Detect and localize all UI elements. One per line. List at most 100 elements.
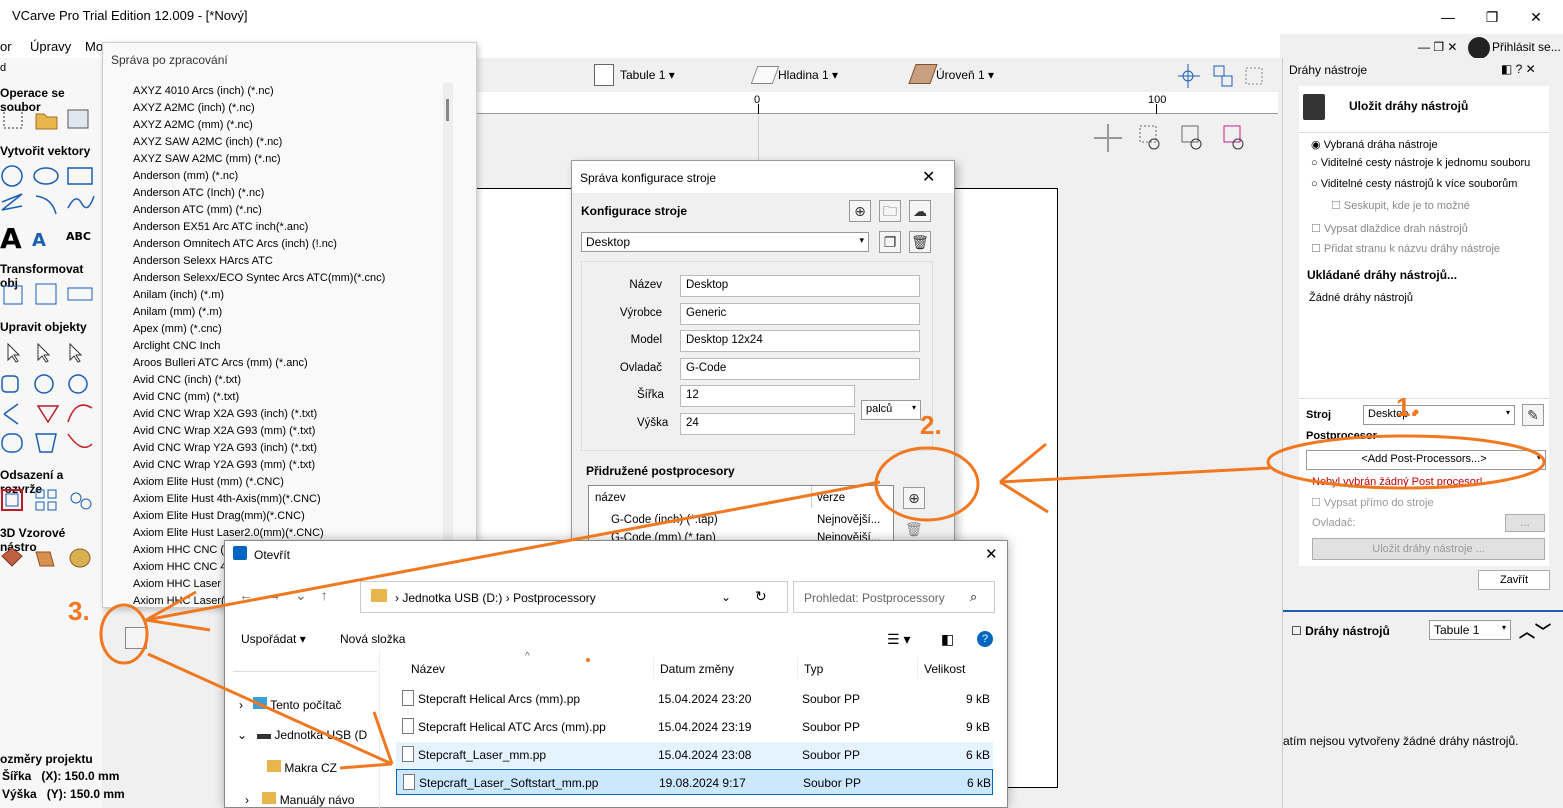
- post-list-item[interactable]: Axiom Elite Hust (mm) (*.CNC): [133, 476, 284, 488]
- help-icon[interactable]: ?: [977, 631, 993, 647]
- open-folder-button[interactable]: [125, 627, 147, 649]
- post-list-item[interactable]: Aroos Bulleri ATC Arcs (mm) (*.anc): [133, 357, 308, 369]
- close-button[interactable]: Zavřít: [1478, 570, 1550, 590]
- post-list-item[interactable]: Anilam (inch) (*.m): [133, 289, 224, 301]
- machine-field-value[interactable]: Desktop 12x24: [680, 330, 920, 352]
- tree-this-pc[interactable]: › Tento počítač: [239, 697, 342, 712]
- post-list-item[interactable]: Axiom HHC CNC 4T: [133, 561, 233, 573]
- search-box[interactable]: Prohledat: Postprocessory ⌕: [793, 581, 995, 613]
- user-avatar-icon[interactable]: [1468, 37, 1490, 59]
- menu-file[interactable]: or: [0, 39, 12, 54]
- tree-macros[interactable]: Makra CZ: [267, 760, 337, 775]
- vector-tool-icons[interactable]: A A ABC: [0, 162, 100, 252]
- post-list-item[interactable]: Anderson Omnitech ATC Arcs (inch) (!.nc): [133, 238, 337, 250]
- post-list-item[interactable]: Avid CNC Wrap Y2A G93 (mm) (*.txt): [133, 459, 315, 471]
- post-list-item[interactable]: Avid CNC Wrap X2A G93 (mm) (*.txt): [133, 425, 315, 437]
- radio-visible-single-file[interactable]: ○ Viditelné cesty nástroje k jednomu sou…: [1311, 157, 1530, 169]
- post-list-item[interactable]: Axiom HHC Laser(\: [133, 595, 228, 607]
- transform-icons[interactable]: [0, 280, 100, 308]
- move-up-down-icons[interactable]: ︿﹀: [1519, 618, 1551, 642]
- organize-button[interactable]: Uspořádat ▾: [241, 632, 306, 646]
- radio-visible-multiple-files[interactable]: ○ Viditelné cesty nástrojů k více soubor…: [1311, 178, 1517, 190]
- add-machine-icon[interactable]: ⊕: [849, 200, 871, 222]
- edit-machine-icon[interactable]: ✎: [1522, 404, 1544, 426]
- post-list-item[interactable]: Anderson (mm) (*.nc): [133, 170, 238, 182]
- post-list-item[interactable]: AXYZ 4010 Arcs (inch) (*.nc): [133, 85, 274, 97]
- machine-width-field[interactable]: 12: [680, 385, 855, 407]
- file-row[interactable]: Stepcraft Helical Arcs (mm).pp 15.04.2024…: [396, 686, 993, 712]
- layer-dropdown[interactable]: Hladina 1 ▾: [778, 68, 838, 82]
- edit-tool-icons[interactable]: [0, 340, 100, 460]
- post-list-item[interactable]: AXYZ A2MC (inch) (*.nc): [133, 102, 255, 114]
- 3d-pattern-icons[interactable]: [0, 544, 100, 574]
- preview-pane-icon[interactable]: ◧: [941, 631, 954, 648]
- post-list-item[interactable]: Axiom HHC Laser B: [133, 578, 231, 590]
- panel-pin-icons[interactable]: ◧ ? ✕: [1501, 62, 1536, 76]
- save-toolpaths-button[interactable]: Uložit dráhy nástroje ...: [1312, 538, 1545, 560]
- post-list-item[interactable]: Arclight CNC Inch: [133, 340, 220, 352]
- radio-selected-toolpath[interactable]: ◉ Vybraná dráha nástroje: [1311, 138, 1438, 151]
- pp-table[interactable]: název verze G-Code (inch) (*.tap) Nejnov…: [588, 485, 894, 543]
- view-options-icon[interactable]: ☰ ▾: [887, 631, 910, 648]
- add-postprocessor-icon[interactable]: ⊕: [903, 487, 925, 509]
- mdi-controls[interactable]: — ❐ ✕: [1418, 40, 1457, 54]
- machine-field-value[interactable]: Generic: [680, 303, 920, 325]
- post-list-item[interactable]: Axiom Elite Hust Laser2.0(mm)(*.CNC): [133, 527, 324, 539]
- post-list-item[interactable]: Axiom Elite Hust Drag(mm)(*.CNC): [133, 510, 305, 522]
- post-list-item[interactable]: Avid CNC Wrap Y2A G93 (inch) (*.txt): [133, 442, 317, 454]
- folder-machine-icon[interactable]: 🗀: [879, 200, 901, 222]
- post-list-item[interactable]: AXYZ SAW A2MC (inch) (*.nc): [133, 136, 282, 148]
- machine-dialog-close-icon[interactable]: ✕: [922, 167, 935, 187]
- open-dialog-close-icon[interactable]: ✕: [985, 545, 998, 563]
- file-row[interactable]: Stepcraft Helical ATC Arcs (mm).pp 15.04.…: [396, 714, 993, 740]
- close-window-button[interactable]: ✕: [1516, 4, 1556, 30]
- driver-browse-button[interactable]: ...: [1505, 514, 1545, 532]
- machine-field-value[interactable]: Desktop: [680, 275, 920, 297]
- post-list-item[interactable]: Anderson EX51 Arc ATC inch(*.anc): [133, 221, 308, 233]
- pp-row-0[interactable]: G-Code (inch) (*.tap): [611, 514, 718, 526]
- copy-machine-icon[interactable]: ❐: [879, 231, 901, 253]
- tree-usb-drive[interactable]: ⌄ Jednotka USB (D: [237, 728, 367, 742]
- menu-edit[interactable]: Úpravy: [30, 39, 71, 54]
- post-list-item[interactable]: Anderson Selexx HArcs ATC: [133, 255, 273, 267]
- check-group[interactable]: ☐ Seskupit, kde je to možné: [1331, 199, 1470, 212]
- check-direct-output[interactable]: ☐ Vypsat přímo do stroje: [1311, 496, 1434, 509]
- post-list-item[interactable]: Anderson Selexx/ECO Syntec Arcs ATC(mm)(…: [133, 272, 385, 284]
- machine-field-value[interactable]: G-Code: [680, 358, 920, 380]
- tree-manuals[interactable]: › Manuály návo: [245, 792, 354, 807]
- minimize-button[interactable]: —: [1428, 4, 1468, 30]
- sheet-dropdown[interactable]: Tabule 1 ▾: [620, 68, 675, 82]
- level-dropdown[interactable]: Úroveň 1 ▾: [936, 68, 994, 82]
- cloud-machine-icon[interactable]: ☁: [909, 200, 931, 222]
- post-list-item[interactable]: AXYZ SAW A2MC (mm) (*.nc): [133, 153, 281, 165]
- toolpath-list-sheet[interactable]: Tabule 1 ▾: [1429, 620, 1511, 640]
- nav-arrows[interactable]: ←→⌄↑: [239, 587, 342, 604]
- post-list-item[interactable]: Avid CNC Wrap X2A G93 (inch) (*.txt): [133, 408, 317, 420]
- snap-tools-icons[interactable]: [1176, 62, 1276, 90]
- login-link[interactable]: Přihlásit se...: [1492, 40, 1561, 54]
- address-bar[interactable]: › Jednotka USB (D:) › Postprocessory ⌄ ↻: [360, 581, 788, 613]
- machine-height-field[interactable]: 24: [680, 413, 855, 435]
- post-list-item[interactable]: Anderson ATC (mm) (*.nc): [133, 204, 262, 216]
- col-size[interactable]: Velikost: [924, 662, 965, 676]
- check-side[interactable]: ☐ Přidat stranu k názvu dráhy nástroje: [1311, 242, 1500, 255]
- machine-config-select[interactable]: Desktop ▾: [581, 232, 869, 252]
- post-list-item[interactable]: Axiom Elite Hust 4th-Axis(mm)(*.CNC): [133, 493, 321, 505]
- post-list-scrollbar[interactable]: [443, 83, 453, 603]
- check-tiles[interactable]: ☐ Vypsat dlaždice drah nástrojů: [1311, 222, 1468, 235]
- file-row[interactable]: Stepcraft_Laser_Softstart_mm.pp 19.08.202…: [396, 769, 993, 795]
- delete-pp-icon[interactable]: 🗑: [905, 521, 923, 538]
- col-date[interactable]: Datum změny: [660, 662, 734, 676]
- delete-machine-icon[interactable]: 🗑: [909, 231, 931, 253]
- refresh-icon[interactable]: ↻: [755, 588, 767, 605]
- post-list-item[interactable]: Anderson ATC (Inch) (*.nc): [133, 187, 264, 199]
- view-tool-icons[interactable]: [1090, 120, 1250, 156]
- col-type[interactable]: Typ: [804, 662, 823, 676]
- file-row[interactable]: Stepcraft_Laser_mm.pp 15.04.2024 23:08 Sou…: [396, 742, 993, 768]
- post-list-item[interactable]: AXYZ A2MC (mm) (*.nc): [133, 119, 253, 131]
- post-list-item[interactable]: Anilam (mm) (*.m): [133, 306, 222, 318]
- offset-icons[interactable]: [0, 486, 100, 514]
- unit-select[interactable]: palců ▾: [861, 400, 921, 420]
- restore-button[interactable]: ❐: [1472, 4, 1512, 30]
- post-list-item[interactable]: Avid CNC (mm) (*.txt): [133, 391, 239, 403]
